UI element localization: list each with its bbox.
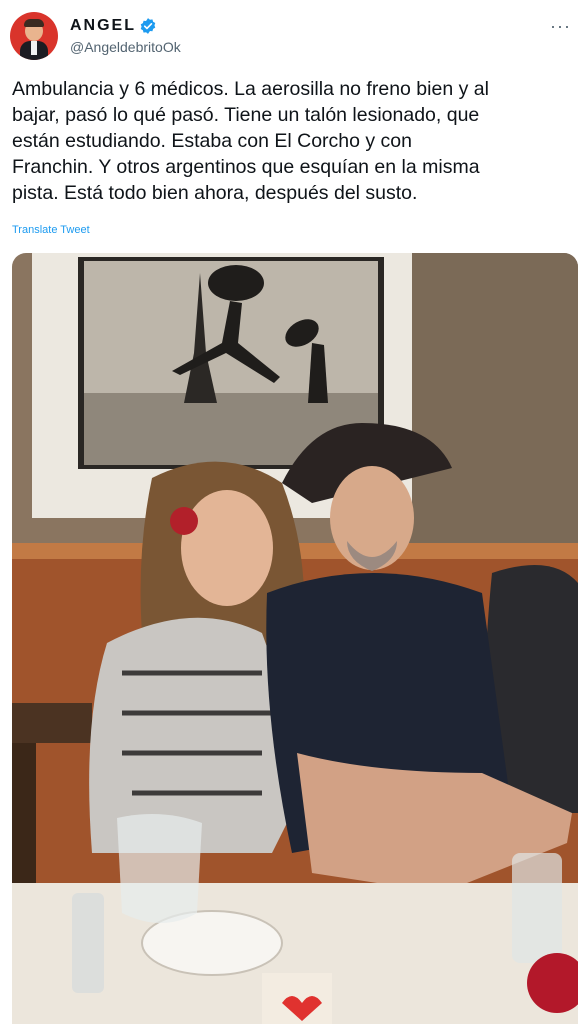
more-options-icon[interactable]: ··· [550,16,571,37]
photo-illustration [12,253,578,1024]
translate-tweet-link[interactable]: Translate Tweet [12,224,90,236]
verified-badge-icon [140,18,156,34]
tweet-header: ANGEL @AngeldebritoOk ··· [10,10,577,64]
woman-face [181,490,273,606]
tweet-photo[interactable] [12,253,578,1024]
author-display-name[interactable]: ANGEL [70,17,136,35]
author-avatar[interactable] [10,12,58,60]
avatar-hair [24,19,44,27]
avatar-shirt [31,41,37,55]
author-name-row[interactable]: ANGEL [70,16,157,36]
tweet-text: Ambulancia y 6 médicos. La aerosilla no … [12,78,489,204]
author-handle[interactable]: @AngeldebritoOk [70,39,181,55]
man-face [330,466,414,570]
rose-in-hair [170,507,198,535]
